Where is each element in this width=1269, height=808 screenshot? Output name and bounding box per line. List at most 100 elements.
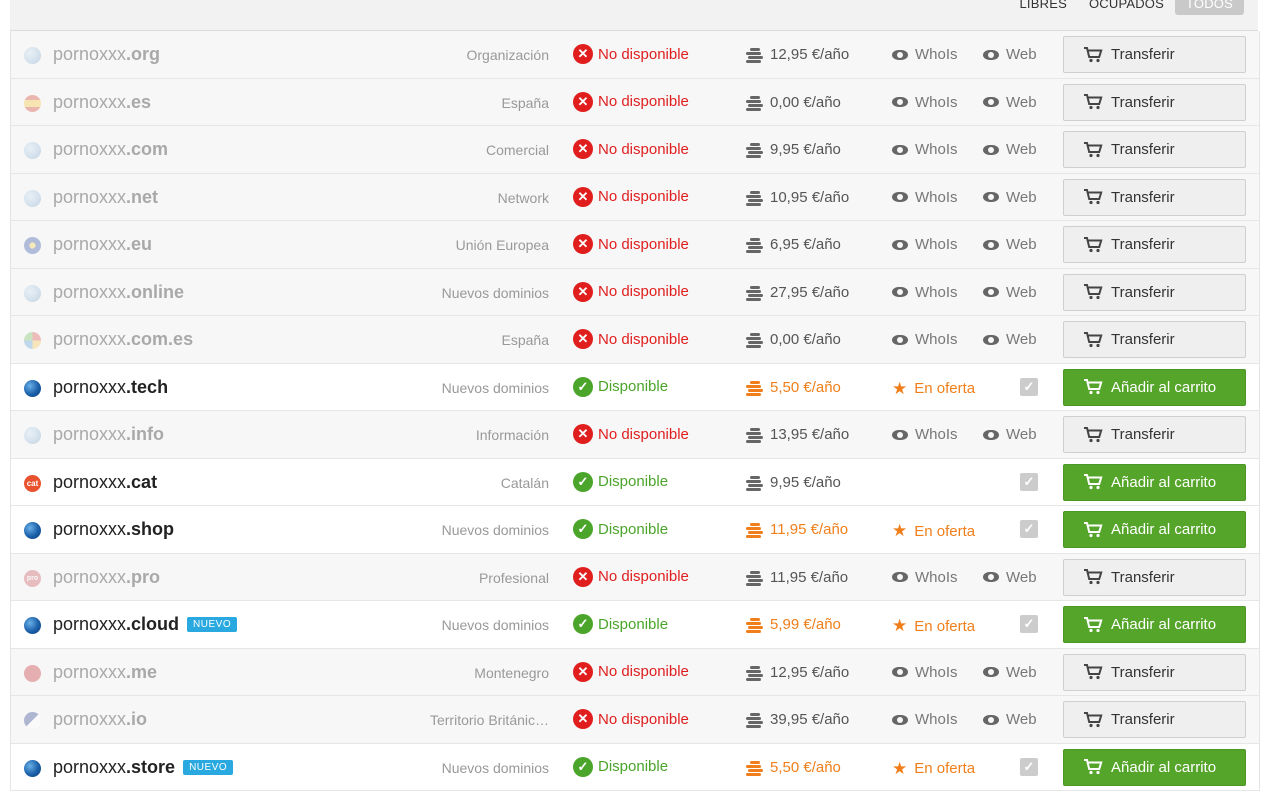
domain-name: pornoxxx.com (53, 139, 168, 160)
coins-icon (746, 47, 763, 63)
domain-category: Nuevos dominios (441, 759, 549, 776)
status-label: No disponible (598, 45, 689, 63)
whois-link[interactable]: WhoIs (892, 141, 958, 158)
web-label: Web (1006, 93, 1037, 111)
transfer-button[interactable]: Transferir (1063, 178, 1246, 216)
x-circle-icon: ✕ (573, 424, 593, 444)
filter-todos[interactable]: TODOS (1175, 0, 1244, 15)
status-unavailable: ✕ No disponible (573, 709, 689, 729)
transfer-label: Transferir (1111, 188, 1175, 206)
web-link[interactable]: Web (983, 236, 1037, 253)
whois-label: WhoIs (915, 141, 958, 158)
transfer-button[interactable]: Transferir (1063, 226, 1246, 263)
web-link[interactable]: Web (983, 46, 1037, 63)
web-link[interactable]: Web (983, 284, 1037, 301)
status-label: Disponible (598, 758, 669, 775)
transfer-button[interactable]: Transferir (1063, 701, 1246, 738)
filter-libres[interactable]: LIBRES (1009, 0, 1078, 14)
domain-sld: pornoxxx (53, 471, 127, 492)
domain-sld: pornoxxx (53, 424, 127, 444)
select-checkbox[interactable]: ✓ (1020, 377, 1038, 396)
web-link[interactable]: Web (983, 426, 1037, 443)
select-checkbox[interactable]: ✓ (1020, 520, 1038, 538)
eye-icon (983, 572, 999, 582)
price-value: 6,95 €/año (770, 236, 841, 253)
offer-text: En oferta (914, 760, 976, 777)
filter-ocupados[interactable]: OCUPADOS (1078, 0, 1175, 14)
status-label: Disponible (598, 378, 669, 395)
tld-flag-mix-icon (24, 332, 41, 349)
tld-globe-gray-icon (24, 47, 41, 64)
price-value: 27,95 €/año (770, 283, 850, 301)
transfer-button[interactable]: Transferir (1063, 653, 1246, 691)
web-link[interactable]: Web (983, 94, 1037, 111)
tld-flag-io-icon (24, 712, 41, 729)
transfer-button[interactable]: Transferir (1063, 83, 1246, 121)
domain-tld: .store (126, 756, 176, 777)
eye-icon (983, 144, 999, 155)
domain-price: 12,95 €/año (746, 46, 849, 63)
domain-sld: pornoxxx (53, 376, 127, 397)
cart-icon (1084, 236, 1103, 252)
domain-row: pornoxxx.io Territorio Británic… ✕ No dispo… (11, 696, 1259, 744)
whois-link[interactable]: WhoIs (892, 331, 958, 348)
transfer-button[interactable]: Transferir (1063, 321, 1246, 358)
add-to-cart-label: Añadir al carrito (1111, 521, 1217, 538)
web-link[interactable]: Web (983, 664, 1037, 681)
select-checkbox[interactable]: ✓ (1020, 615, 1038, 633)
domain-row: pornoxxx.info Información ✕ No disponible 13… (11, 411, 1259, 459)
web-link[interactable]: Web (983, 331, 1037, 348)
eye-icon (892, 144, 908, 155)
offer-label: ★ En oferta (892, 616, 975, 636)
domain-price: 11,95 €/año (746, 521, 848, 538)
web-link[interactable]: Web (983, 141, 1037, 158)
eye-icon (983, 97, 999, 107)
offer-text: En oferta (914, 617, 976, 635)
add-to-cart-button[interactable]: Añadir al carrito (1063, 748, 1246, 786)
whois-link[interactable]: WhoIs (892, 284, 958, 301)
domain-name: pornoxxx.me (53, 662, 157, 683)
whois-link[interactable]: WhoIs (892, 189, 958, 206)
web-link[interactable]: Web (983, 189, 1037, 206)
whois-link[interactable]: WhoIs (892, 711, 958, 728)
domain-category: Nuevos dominios (441, 522, 549, 538)
add-to-cart-button[interactable]: Añadir al carrito (1063, 368, 1246, 406)
add-to-cart-label: Añadir al carrito (1111, 378, 1217, 396)
price-value: 0,00 €/año (770, 93, 841, 111)
x-circle-icon: ✕ (573, 91, 593, 112)
eye-icon (892, 572, 908, 582)
domain-tld: .info (126, 424, 165, 444)
eye-icon (892, 667, 908, 677)
price-value: 9,95 €/año (770, 473, 841, 491)
whois-link[interactable]: WhoIs (892, 426, 958, 443)
transfer-label: Transferir (1111, 141, 1175, 158)
add-to-cart-button[interactable]: Añadir al carrito (1063, 463, 1246, 501)
status-label: No disponible (598, 188, 689, 205)
whois-link[interactable]: WhoIs (892, 664, 958, 681)
whois-link[interactable]: WhoIs (892, 46, 958, 63)
x-circle-icon: ✕ (573, 709, 593, 729)
x-circle-icon: ✕ (573, 44, 593, 64)
transfer-button[interactable]: Transferir (1063, 131, 1246, 168)
select-checkbox[interactable]: ✓ (1020, 757, 1038, 776)
whois-link[interactable]: WhoIs (892, 569, 958, 586)
transfer-button[interactable]: Transferir (1063, 416, 1246, 453)
status-label: No disponible (598, 283, 689, 300)
web-link[interactable]: Web (983, 569, 1037, 586)
eye-icon (983, 49, 999, 60)
web-link[interactable]: Web (983, 711, 1037, 728)
add-to-cart-button[interactable]: Añadir al carrito (1063, 606, 1246, 643)
select-checkbox[interactable]: ✓ (1020, 472, 1038, 491)
add-to-cart-button[interactable]: Añadir al carrito (1063, 511, 1246, 548)
coins-icon (746, 760, 763, 776)
eye-icon (983, 429, 999, 440)
transfer-button[interactable]: Transferir (1063, 558, 1246, 596)
whois-link[interactable]: WhoIs (892, 236, 958, 253)
transfer-button[interactable]: Transferir (1063, 273, 1246, 311)
transfer-button[interactable]: Transferir (1063, 36, 1246, 73)
whois-link[interactable]: WhoIs (892, 94, 958, 111)
cart-icon (1084, 569, 1103, 585)
domain-sld: pornoxxx (53, 139, 127, 159)
domain-name: pornoxxx.net (53, 187, 158, 208)
status-unavailable: ✕ No disponible (573, 281, 689, 302)
